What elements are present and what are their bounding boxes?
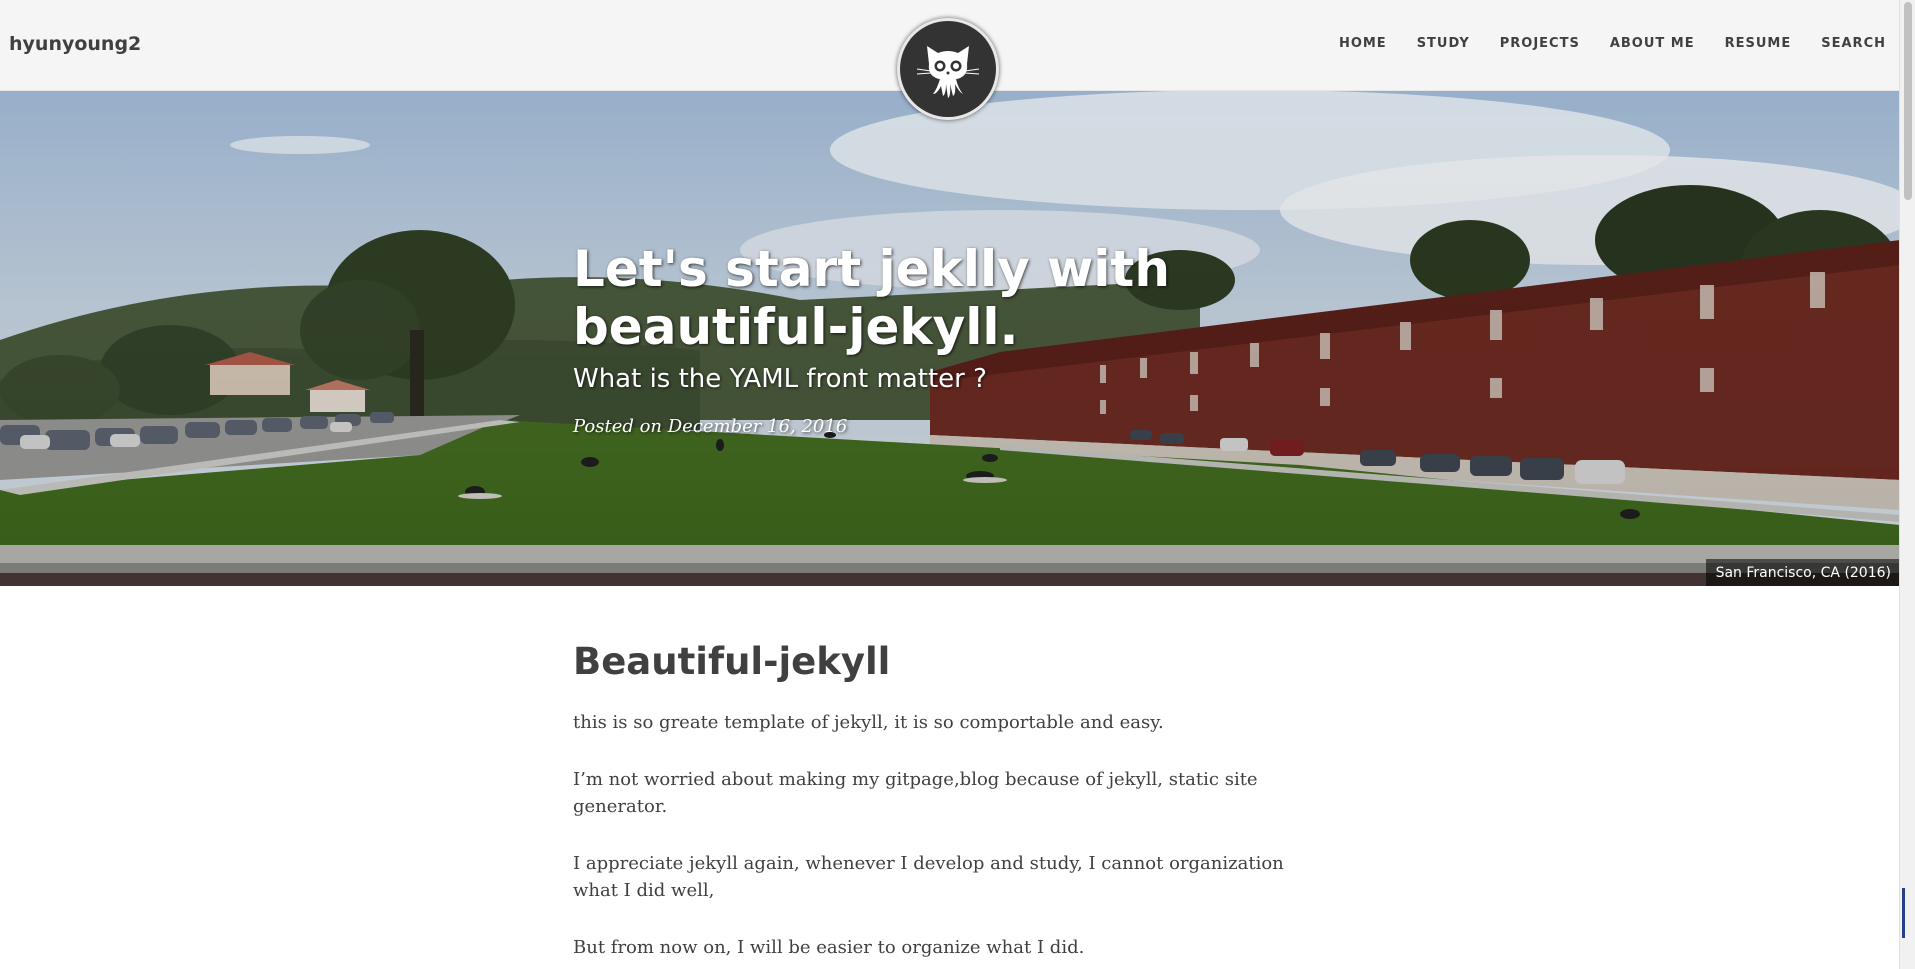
scrollbar-thumb[interactable]	[1904, 2, 1912, 200]
post-heading: Beautiful-jekyll	[573, 640, 891, 683]
post-paragraph: I’m not worried about making my gitpage,…	[573, 769, 1258, 817]
post-subtitle: What is the YAML front matter ?	[573, 364, 987, 394]
post-content: Beautiful-jekyll this is so greate templ…	[573, 636, 1333, 969]
post-paragraph: But from now on, I will be easier to org…	[573, 937, 1085, 958]
post-paragraph: I appreciate jekyll again, whenever I de…	[573, 853, 1284, 901]
avatar[interactable]	[897, 18, 999, 120]
nav-link-projects[interactable]: PROJECTS	[1500, 36, 1580, 51]
site-brand-link[interactable]: hyunyoung2	[9, 33, 141, 55]
post-title: Let's start jeklly with beautiful-jekyll…	[573, 240, 1170, 356]
scrollbar-marker	[1902, 888, 1905, 938]
nav-link-search[interactable]: SEARCH	[1821, 36, 1886, 51]
avatar-circle	[900, 21, 996, 117]
hero-banner: Let's start jeklly with beautiful-jekyll…	[0, 90, 1900, 586]
image-caption: San Francisco, CA (2016)	[1705, 559, 1900, 586]
nav-link-about-me[interactable]: ABOUT ME	[1610, 36, 1695, 51]
post-meta-date: Posted on December 16, 2016	[573, 416, 848, 437]
github-octocat-icon	[916, 46, 980, 98]
nav-links: HOME STUDY PROJECTS ABOUT ME RESUME SEAR…	[1309, 36, 1886, 51]
nav-link-study[interactable]: STUDY	[1417, 36, 1470, 51]
vertical-scrollbar[interactable]	[1899, 0, 1915, 969]
page: hyunyoung2 HOME STUDY PROJECTS ABOUT ME …	[0, 0, 1915, 969]
post-paragraph: this is so greate template of jekyll, it…	[573, 712, 1164, 733]
nav-link-resume[interactable]: RESUME	[1725, 36, 1792, 51]
hero-text: Let's start jeklly with beautiful-jekyll…	[573, 240, 1333, 437]
nav-link-home[interactable]: HOME	[1339, 36, 1387, 51]
